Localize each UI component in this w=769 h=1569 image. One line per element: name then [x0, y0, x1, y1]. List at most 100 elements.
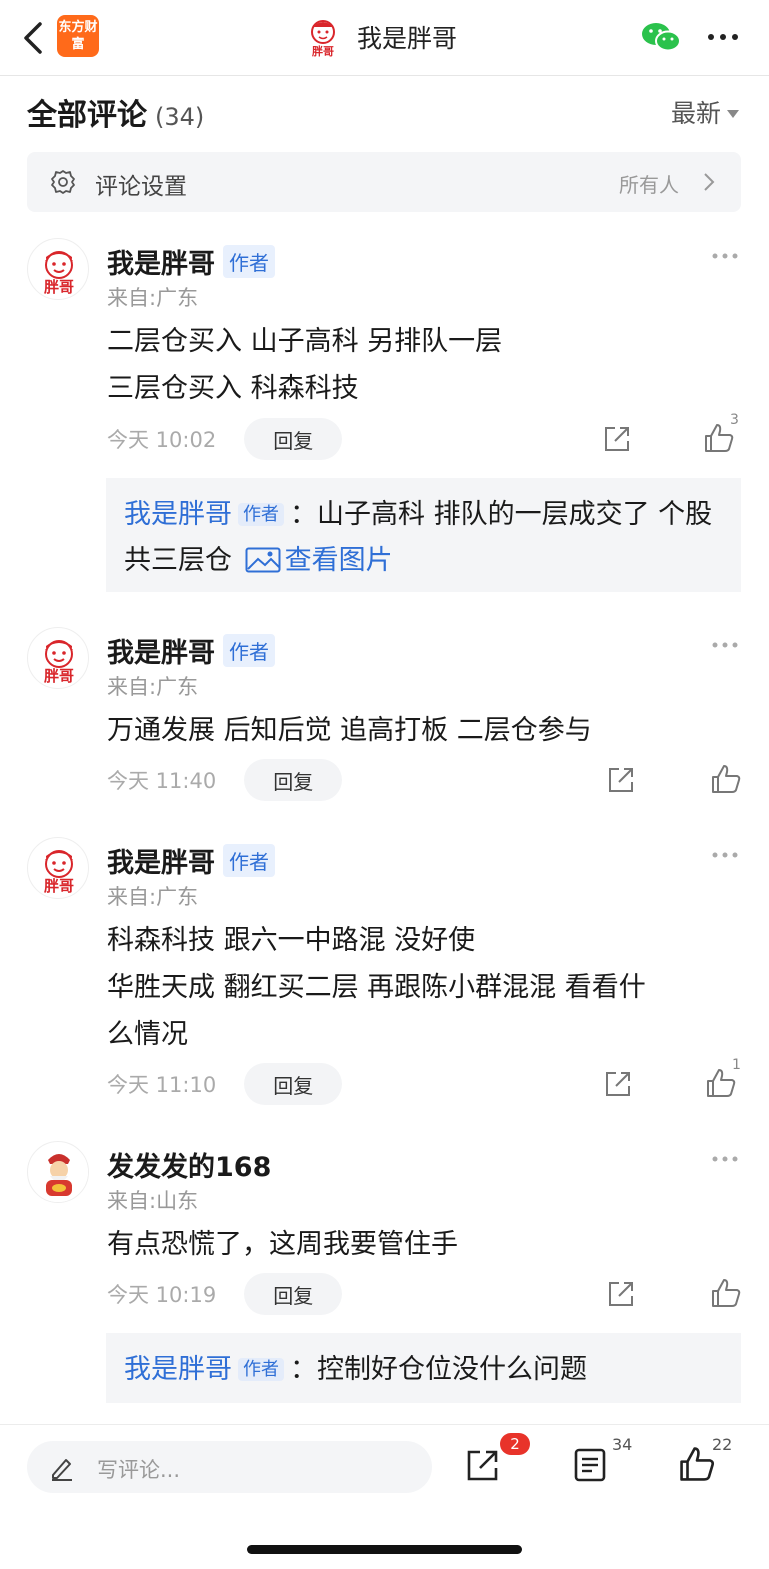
comment-location: 来自:广东	[107, 675, 199, 699]
comment-line: 万通发展 后知后觉 追高打板 二层仓参与	[107, 715, 592, 746]
comment-line: 华胜天成 翻红买二层 再跟陈小群混混 看看什	[107, 972, 646, 1003]
author-badge: 作者	[223, 634, 275, 667]
comment-location: 来自:山东	[107, 1189, 199, 1213]
author-name[interactable]: 发发发的168	[107, 1145, 271, 1184]
chevron-right-icon	[704, 173, 715, 191]
comment-meta: 今天 10:19 回复	[107, 1273, 343, 1315]
comment-count: 34	[612, 1435, 633, 1454]
comments-list-icon[interactable]	[573, 1447, 607, 1483]
pencil-icon	[52, 1459, 72, 1481]
nav-title[interactable]: 胖哥 我是胖哥	[303, 16, 457, 58]
comment-time: 今天 11:40	[107, 769, 217, 793]
comments-count: (34)	[155, 103, 205, 131]
page-title: 我是胖哥	[357, 24, 458, 53]
comment-time: 今天 10:02	[107, 428, 217, 452]
reply-author[interactable]: 我是胖哥	[124, 1354, 232, 1385]
author-badge: 作者	[223, 245, 275, 278]
more-icon[interactable]	[711, 1155, 739, 1163]
comment-line: 有点恐慌了，这周我要管住手	[107, 1229, 458, 1260]
thumbs-up-icon[interactable]	[710, 1277, 742, 1309]
top-nav-bar: 东方财富 胖哥 我是胖哥	[0, 0, 769, 76]
avatar-label: 胖哥	[44, 877, 74, 895]
comments-header: 全部评论 (34)	[27, 90, 204, 134]
comments-title: 全部评论	[27, 98, 147, 133]
reply-block[interactable]: 我是胖哥 作者 ：控制好仓位没什么问题	[106, 1333, 741, 1403]
caret-down-icon	[727, 110, 739, 118]
comment-author[interactable]: 我是胖哥 作者	[107, 631, 275, 670]
avatar[interactable]: 胖哥	[27, 238, 89, 300]
home-indicator	[247, 1545, 522, 1554]
avatar[interactable]: 胖哥	[27, 627, 89, 689]
gear-icon	[51, 170, 75, 194]
author-name[interactable]: 我是胖哥	[107, 631, 215, 670]
pang-avatar-icon: 胖哥	[44, 251, 74, 296]
comment-item: 胖哥 我是胖哥 作者 来自:广东 万通发展 后知后觉 追高打板 二层仓参与 今天…	[0, 627, 769, 807]
comment-location: 来自:广东	[107, 286, 199, 310]
thumbs-up-icon[interactable]	[678, 1445, 716, 1483]
author-badge: 作者	[223, 844, 275, 877]
avatar[interactable]	[27, 1141, 89, 1203]
pang-avatar-icon: 胖哥	[44, 850, 74, 895]
comment-text: 科森科技 跟六一中路混 没好使 华胜天成 翻红买二层 再跟陈小群混混 看看什 么…	[107, 917, 727, 1058]
back-arrow-icon[interactable]	[20, 18, 50, 58]
comment-meta: 今天 10:02 回复	[107, 418, 343, 460]
reply-button[interactable]: 回复	[244, 759, 343, 801]
reply-author[interactable]: 我是胖哥	[124, 499, 232, 530]
more-options-icon[interactable]	[706, 24, 740, 50]
comment-location: 来自:广东	[107, 885, 199, 909]
share-icon[interactable]	[602, 424, 632, 454]
thumbs-up-icon[interactable]	[710, 763, 742, 795]
settings-label: 评论设置	[95, 174, 187, 200]
comment-line: 三层仓买入 科森科技	[107, 373, 359, 404]
avatar-label: 胖哥	[44, 667, 74, 685]
view-image-link[interactable]: 查看图片	[285, 545, 393, 576]
sort-dropdown[interactable]: 最新	[671, 94, 739, 130]
author-avatar-icon: 胖哥	[311, 20, 335, 57]
image-icon	[245, 547, 281, 573]
more-icon[interactable]	[711, 641, 739, 649]
comment-text: 万通发展 后知后觉 追高打板 二层仓参与	[107, 707, 727, 754]
comment-author[interactable]: 我是胖哥 作者	[107, 242, 275, 281]
avatar-label: 胖哥	[312, 44, 334, 57]
pang-avatar-icon: 胖哥	[44, 640, 74, 685]
avatar[interactable]: 胖哥	[27, 837, 89, 899]
more-icon[interactable]	[711, 252, 739, 260]
reply-button[interactable]: 回复	[244, 418, 343, 460]
comment-item: 胖哥 我是胖哥 作者 来自:广东 二层仓买入 山子高科 另排队一层 三层仓买入 …	[0, 238, 769, 598]
avatar-label: 胖哥	[44, 278, 74, 296]
write-comment-input[interactable]: 写评论...	[27, 1441, 432, 1493]
comment-meta: 今天 11:10 回复	[107, 1063, 343, 1105]
author-badge: 作者	[238, 1358, 284, 1381]
comment-text: 二层仓买入 山子高科 另排队一层 三层仓买入 科森科技	[107, 318, 727, 412]
reply-button[interactable]: 回复	[244, 1063, 343, 1105]
app-logo[interactable]: 东方财富	[57, 15, 99, 57]
comment-line: 么情况	[107, 1019, 188, 1050]
author-name[interactable]: 我是胖哥	[107, 841, 215, 880]
author-name[interactable]: 我是胖哥	[107, 242, 215, 281]
reply-button[interactable]: 回复	[244, 1273, 343, 1315]
wechat-icon[interactable]	[640, 20, 682, 54]
like-count: 3	[730, 412, 739, 428]
comment-author[interactable]: 我是胖哥 作者	[107, 841, 275, 880]
settings-value: 所有人	[619, 173, 679, 197]
like-count: 22	[712, 1435, 733, 1454]
comment-settings-row[interactable]: 评论设置 所有人	[27, 152, 741, 212]
share-icon[interactable]	[603, 1069, 633, 1099]
comment-time: 今天 11:10	[107, 1073, 217, 1097]
fortune-god-avatar-icon	[29, 1143, 88, 1202]
more-icon[interactable]	[711, 851, 739, 859]
share-icon[interactable]	[606, 765, 636, 795]
comment-item: 胖哥 我是胖哥 作者 来自:广东 科森科技 跟六一中路混 没好使 华胜天成 翻红…	[0, 837, 769, 1117]
author-badge: 作者	[238, 503, 284, 526]
bottom-action-bar: 写评论... 2 34 22	[0, 1424, 769, 1569]
comment-author[interactable]: 发发发的168	[107, 1145, 271, 1184]
reply-text: ：控制好仓位没什么问题	[290, 1354, 587, 1385]
share-icon[interactable]	[465, 1447, 501, 1483]
like-count: 1	[732, 1057, 741, 1073]
share-icon[interactable]	[606, 1279, 636, 1309]
write-comment-placeholder: 写评论...	[97, 1458, 181, 1482]
comment-text: 有点恐慌了，这周我要管住手	[107, 1221, 727, 1268]
comment-time: 今天 10:19	[107, 1283, 217, 1307]
comment-item: 发发发的168 来自:山东 有点恐慌了，这周我要管住手 今天 10:19 回复 …	[0, 1141, 769, 1411]
reply-block[interactable]: 我是胖哥 作者 ：山子高科 排队的一层成交了 个股共三层仓 查看图片	[106, 478, 741, 592]
